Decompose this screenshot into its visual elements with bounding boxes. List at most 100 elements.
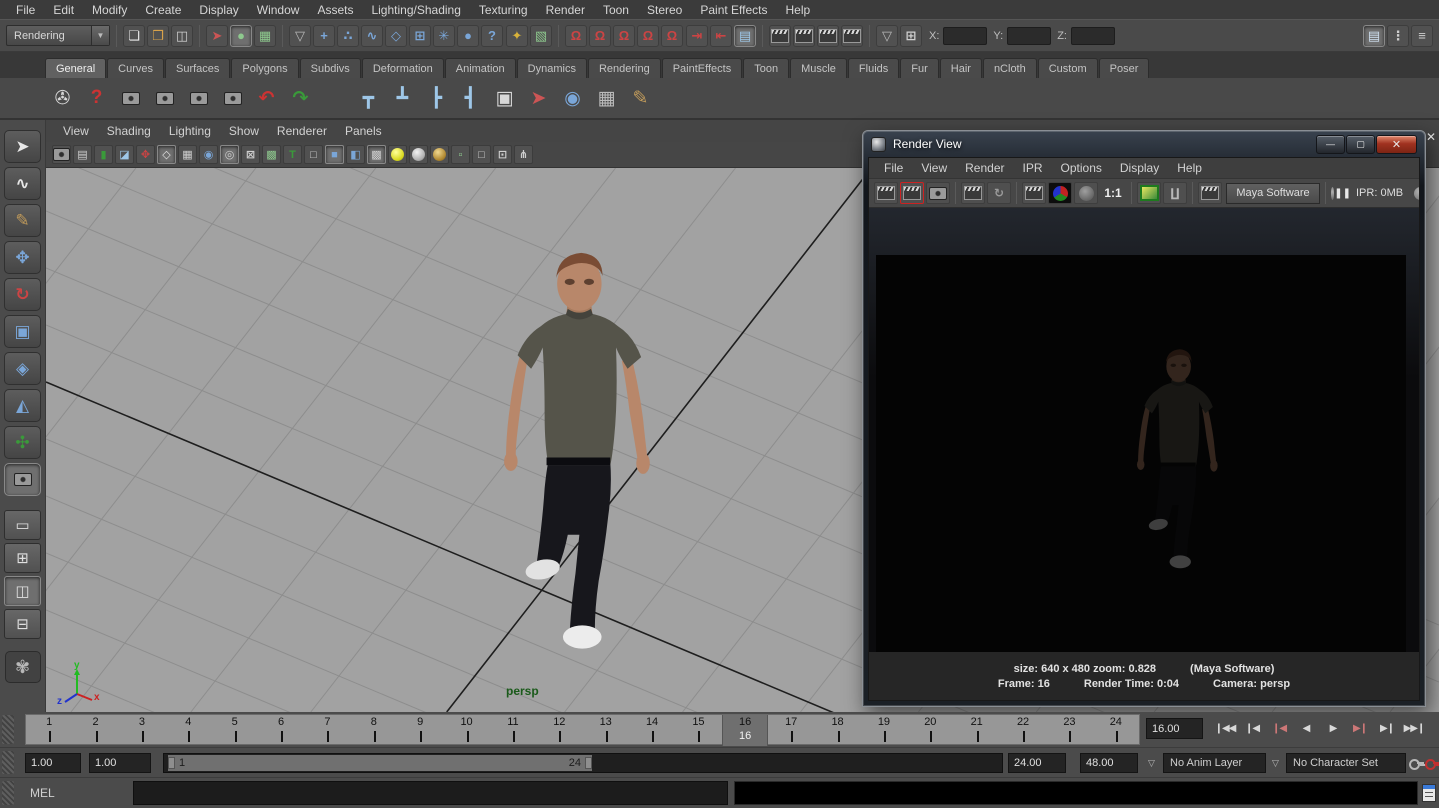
panel-menu-shading[interactable]: Shading bbox=[100, 122, 158, 140]
menu-modify[interactable]: Modify bbox=[84, 1, 135, 19]
dragon-icon[interactable]: ✾ bbox=[5, 651, 41, 683]
hypergraph-icon[interactable]: ▣ bbox=[488, 81, 521, 115]
timeline-frame[interactable]: 20 bbox=[907, 715, 953, 744]
universal-manipulator-button[interactable]: ◈ bbox=[4, 352, 41, 385]
coordinate-input[interactable] bbox=[1007, 27, 1051, 45]
select-hierarchy-icon[interactable]: ➤ bbox=[206, 25, 228, 47]
rv-menu-options[interactable]: Options bbox=[1054, 159, 1109, 177]
menu-texturing[interactable]: Texturing bbox=[471, 1, 536, 19]
playback-range-bar[interactable]: 1 24 bbox=[168, 755, 592, 771]
isolate-select-icon[interactable]: ▫ bbox=[451, 145, 470, 164]
maximize-button[interactable]: ▢ bbox=[1346, 135, 1375, 154]
open-scene-icon[interactable]: ❒ bbox=[147, 25, 169, 47]
film-gate-icon[interactable]: ▦ bbox=[178, 145, 197, 164]
move-tool-button[interactable]: ✥ bbox=[4, 241, 41, 274]
step-back-key-button[interactable]: ❙◀ bbox=[1266, 715, 1292, 742]
timeline-frame[interactable]: 22 bbox=[1000, 715, 1046, 744]
mask-handles-icon[interactable]: + bbox=[313, 25, 335, 47]
camera-attributes-icon[interactable]: ▤ bbox=[73, 145, 92, 164]
set-key-icon[interactable] bbox=[1409, 756, 1424, 770]
lock-selection-icon[interactable]: ✦ bbox=[506, 25, 528, 47]
open-render-view-icon[interactable] bbox=[769, 25, 791, 47]
mask-curves-icon[interactable]: ∿ bbox=[361, 25, 383, 47]
rv-menu-ipr[interactable]: IPR bbox=[1016, 159, 1050, 177]
film-magnifier-icon[interactable]: ✇ bbox=[46, 81, 79, 115]
select-camera-icon[interactable] bbox=[52, 145, 71, 164]
shelf-tab-surfaces[interactable]: Surfaces bbox=[165, 58, 230, 78]
image-plane-icon[interactable]: ◪ bbox=[115, 145, 134, 164]
panel-menu-panels[interactable]: Panels bbox=[338, 122, 389, 140]
menu-render[interactable]: Render bbox=[538, 1, 593, 19]
use-all-lights-icon[interactable] bbox=[388, 145, 407, 164]
wireframe-on-shaded-icon[interactable]: ◧ bbox=[346, 145, 365, 164]
step-forward-key-button[interactable]: ▶❙ bbox=[1347, 715, 1373, 742]
shelf-tab-hair[interactable]: Hair bbox=[940, 58, 982, 78]
minimize-button[interactable]: — bbox=[1316, 135, 1345, 154]
ipr-render-icon[interactable] bbox=[961, 182, 985, 204]
channel-box-toggle[interactable]: ≡ bbox=[1411, 25, 1433, 47]
menu-lighting-shading[interactable]: Lighting/Shading bbox=[363, 1, 468, 19]
playback-end-field[interactable] bbox=[1008, 753, 1066, 773]
select-hierarchy-shelf-icon[interactable]: ➤ bbox=[522, 81, 555, 115]
menu-file[interactable]: File bbox=[8, 1, 43, 19]
select-component-icon[interactable]: ▦ bbox=[254, 25, 276, 47]
refresh-ipr-icon[interactable]: ↻ bbox=[987, 182, 1011, 204]
shelf-tab-rendering[interactable]: Rendering bbox=[588, 58, 661, 78]
menu-help[interactable]: Help bbox=[778, 1, 819, 19]
shelf-tab-curves[interactable]: Curves bbox=[107, 58, 164, 78]
go-to-end-button[interactable]: ▶▶❙ bbox=[1401, 715, 1427, 742]
character-set-field[interactable]: No Character Set bbox=[1286, 753, 1406, 773]
help-icon[interactable]: ? bbox=[80, 81, 113, 115]
lasso-tool-button[interactable]: ∿ bbox=[4, 167, 41, 200]
wireframe-mode-icon[interactable]: □ bbox=[304, 145, 323, 164]
current-time-field[interactable] bbox=[1146, 718, 1203, 739]
shelf-tab-subdivs[interactable]: Subdivs bbox=[300, 58, 361, 78]
chevron-down-icon[interactable]: ▽ bbox=[1272, 758, 1279, 769]
menu-set-selector[interactable]: Rendering ▼ bbox=[6, 25, 110, 46]
timeline-frame[interactable]: 17 bbox=[768, 715, 814, 744]
group-icon[interactable]: ┳ bbox=[352, 81, 385, 115]
coordinate-input[interactable] bbox=[1071, 27, 1115, 45]
mask-deformations-icon[interactable]: ⊞ bbox=[409, 25, 431, 47]
panel-menu-lighting[interactable]: Lighting bbox=[162, 122, 218, 140]
four-pane-layout-button[interactable]: ⊞ bbox=[4, 543, 41, 573]
attribute-editor-toggle[interactable]: ▤ bbox=[1363, 25, 1385, 47]
output-connections-icon[interactable]: ⇤ bbox=[710, 25, 732, 47]
use-default-lighting-icon[interactable] bbox=[409, 145, 428, 164]
xray-joints-icon[interactable]: ⊡ bbox=[493, 145, 512, 164]
last-tool-button[interactable] bbox=[4, 463, 41, 496]
rgb-channels-icon[interactable] bbox=[1048, 182, 1072, 204]
tool-settings-toggle[interactable]: ⋮ bbox=[1387, 25, 1409, 47]
timeline-frame[interactable]: 8 bbox=[351, 715, 397, 744]
command-language-toggle[interactable]: MEL bbox=[30, 786, 55, 800]
timeline-frame[interactable]: 14 bbox=[629, 715, 675, 744]
timeline-frame[interactable]: 15 bbox=[675, 715, 721, 744]
close-button[interactable]: ✕ bbox=[1376, 135, 1417, 154]
render-view-canvas[interactable] bbox=[869, 208, 1419, 652]
current-frame-indicator[interactable]: 16 16 bbox=[722, 715, 768, 746]
render-current-frame-icon[interactable] bbox=[793, 25, 815, 47]
region-render-icon[interactable] bbox=[1022, 182, 1046, 204]
field-chart-icon[interactable]: ⊠ bbox=[241, 145, 260, 164]
gate-mask-icon[interactable]: ◎ bbox=[220, 145, 239, 164]
timeline-frame[interactable]: 21 bbox=[954, 715, 1000, 744]
select-object-shelf-icon[interactable]: ◉ bbox=[556, 81, 589, 115]
show-manipulator-tool-button[interactable]: ✣ bbox=[4, 426, 41, 459]
shelf-tab-painteffects[interactable]: PaintEffects bbox=[662, 58, 743, 78]
timeline-frame[interactable]: 11 bbox=[490, 715, 536, 744]
panel-menu-show[interactable]: Show bbox=[222, 122, 266, 140]
drag-handle[interactable] bbox=[2, 751, 14, 774]
rv-menu-display[interactable]: Display bbox=[1113, 159, 1166, 177]
mask-misc-icon[interactable]: ? bbox=[481, 25, 503, 47]
range-slider-track[interactable]: 1 24 bbox=[163, 753, 1003, 773]
camera-dolly-icon[interactable] bbox=[182, 81, 215, 115]
rv-menu-render[interactable]: Render bbox=[958, 159, 1011, 177]
range-start-handle[interactable] bbox=[168, 757, 175, 769]
camera-track-icon[interactable] bbox=[148, 81, 181, 115]
menu-paint-effects[interactable]: Paint Effects bbox=[692, 1, 775, 19]
menu-stereo[interactable]: Stereo bbox=[639, 1, 690, 19]
new-scene-icon[interactable]: ❏ bbox=[123, 25, 145, 47]
soft-modification-tool-button[interactable]: ◭ bbox=[4, 389, 41, 422]
command-result-field[interactable] bbox=[734, 781, 1418, 805]
drag-handle[interactable] bbox=[2, 781, 14, 805]
